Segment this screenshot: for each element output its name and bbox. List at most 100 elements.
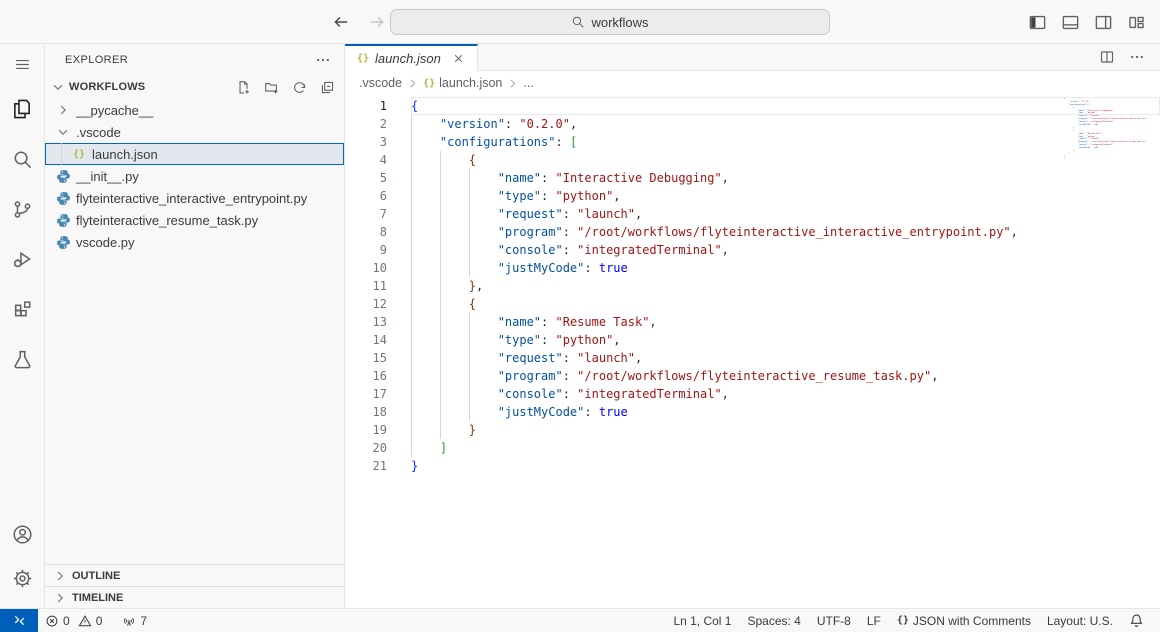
search-icon	[571, 15, 585, 29]
toggle-primary-sidebar-button[interactable]	[1025, 10, 1049, 34]
workspace-section-header[interactable]: WORKFLOWS	[45, 76, 344, 98]
code-line[interactable]: "console": "integratedTerminal",	[411, 241, 1160, 259]
code-line[interactable]: "type": "python",	[411, 187, 1160, 205]
code-line[interactable]: ]	[411, 439, 1160, 457]
code-line[interactable]: "request": "launch",	[411, 349, 1160, 367]
tree-item--init-py[interactable]: __init__.py	[45, 165, 344, 187]
source-control-activity-button[interactable]	[0, 184, 45, 234]
extensions-activity-button[interactable]	[0, 284, 45, 334]
new-file-button[interactable]	[234, 78, 252, 96]
split-editor-button[interactable]	[1098, 48, 1116, 66]
language-mode-status[interactable]: {} JSON with Comments	[889, 614, 1039, 628]
line-number: 19	[345, 421, 387, 439]
code-editor[interactable]: 123456789101112131415161718192021 {"vers…	[345, 95, 1160, 608]
back-button[interactable]	[330, 11, 352, 33]
code-line[interactable]: "configurations": [	[411, 133, 1160, 151]
ellipsis-icon	[1129, 49, 1145, 65]
encoding-status[interactable]: UTF-8	[809, 614, 859, 628]
code-line[interactable]: {	[411, 151, 1160, 169]
indent-guide	[411, 421, 412, 439]
close-tab-button[interactable]	[451, 51, 467, 67]
indent-guide	[469, 331, 470, 349]
breadcrumb: .vscode {}launch.json ...	[345, 71, 1160, 95]
toggle-panel-button[interactable]	[1058, 10, 1082, 34]
code-line[interactable]: "program": "/root/workflows/flyteinterac…	[411, 367, 1160, 385]
refresh-button[interactable]	[290, 78, 308, 96]
customize-layout-button[interactable]	[1124, 10, 1148, 34]
toggle-secondary-sidebar-button[interactable]	[1091, 10, 1115, 34]
eol-status[interactable]: LF	[859, 614, 889, 628]
indent-guide	[469, 169, 470, 187]
code-line[interactable]: "console": "integratedTerminal",	[411, 385, 1160, 403]
code-line[interactable]: {	[411, 97, 1160, 115]
command-center-search[interactable]: workflows	[390, 9, 830, 35]
code-line[interactable]: "type": "python",	[411, 331, 1160, 349]
outline-section-header[interactable]: OUTLINE	[45, 564, 344, 586]
code-line[interactable]: "name": "Resume Task",	[411, 313, 1160, 331]
tree-item--pycache-[interactable]: __pycache__	[45, 99, 344, 121]
sidebar-title: EXPLORER	[65, 54, 128, 66]
tree-item-flyteinteractive-resume-task-py[interactable]: flyteinteractive_resume_task.py	[45, 209, 344, 231]
menu-activity-button[interactable]	[0, 44, 45, 84]
python-icon	[55, 234, 71, 250]
breadcrumb-file[interactable]: {}launch.json	[423, 76, 502, 90]
tree-item-flyteinteractive-interactive-entrypoint-py[interactable]: flyteinteractive_interactive_entrypoint.…	[45, 187, 344, 209]
forward-button[interactable]	[366, 11, 388, 33]
warning-icon	[78, 614, 92, 628]
indent-guide	[440, 277, 441, 295]
code-line[interactable]: "name": "Interactive Debugging",	[411, 169, 1160, 187]
radio-tower-icon	[122, 614, 136, 628]
chevron-right-icon	[51, 589, 69, 607]
tree-item-launch-json[interactable]: {}launch.json	[45, 143, 344, 165]
cursor-position-status[interactable]: Ln 1, Col 1	[665, 614, 739, 628]
editor-more-actions-button[interactable]	[1128, 48, 1146, 66]
json-icon: {}	[71, 146, 87, 162]
explorer-activity-button[interactable]	[0, 84, 45, 134]
new-folder-button[interactable]	[262, 78, 280, 96]
breadcrumb-symbol[interactable]: ...	[523, 76, 533, 90]
code-line[interactable]: },	[411, 277, 1160, 295]
tree-item-label: flyteinteractive_resume_task.py	[76, 213, 258, 228]
indent-guide	[411, 277, 412, 295]
tab-launch-json[interactable]: {} launch.json	[345, 44, 478, 71]
code-line[interactable]: }	[411, 421, 1160, 439]
keyboard-layout-status[interactable]: Layout: U.S.	[1039, 614, 1121, 628]
tree-item-label: __init__.py	[76, 169, 139, 184]
collapse-all-button[interactable]	[318, 78, 336, 96]
line-number: 2	[345, 115, 387, 133]
testing-activity-button[interactable]	[0, 334, 45, 384]
code-line[interactable]: "program": "/root/workflows/flyteinterac…	[411, 223, 1160, 241]
indent-guide	[411, 115, 412, 133]
bell-icon	[1129, 613, 1144, 628]
code-line[interactable]: "version": "0.2.0",	[411, 115, 1160, 133]
indent-guide	[440, 367, 441, 385]
notifications-button[interactable]	[1121, 613, 1152, 628]
account-activity-button[interactable]	[0, 512, 45, 556]
line-number: 7	[345, 205, 387, 223]
remote-indicator[interactable]	[0, 609, 38, 632]
problems-status[interactable]: 0 0	[38, 609, 109, 632]
search-activity-button[interactable]	[0, 134, 45, 184]
ellipsis-icon	[315, 52, 331, 68]
explorer-more-actions-button[interactable]	[314, 51, 332, 69]
indent-guide	[411, 151, 412, 169]
tree-item--vscode[interactable]: .vscode	[45, 121, 344, 143]
minimap[interactable]: {"version": "0.2.0","configurations": [{…	[1064, 98, 1146, 218]
code-line[interactable]: {	[411, 295, 1160, 313]
account-icon	[12, 524, 33, 545]
remote-icon	[12, 613, 27, 628]
run-debug-activity-button[interactable]	[0, 234, 45, 284]
breadcrumb-folder[interactable]: .vscode	[359, 76, 402, 90]
code-line[interactable]: "justMyCode": true	[411, 403, 1160, 421]
line-number: 1	[345, 97, 387, 115]
code-line[interactable]: }	[411, 457, 1160, 475]
timeline-section-header[interactable]: TIMELINE	[45, 586, 344, 608]
line-number-gutter: 123456789101112131415161718192021	[345, 95, 411, 608]
indentation-status[interactable]: Spaces: 4	[739, 614, 808, 628]
ports-status[interactable]: 7	[115, 609, 154, 632]
code-line[interactable]: "request": "launch",	[411, 205, 1160, 223]
code-line[interactable]: "justMyCode": true	[411, 259, 1160, 277]
tree-item-vscode-py[interactable]: vscode.py	[45, 231, 344, 253]
chevron-right-icon	[506, 77, 519, 90]
settings-activity-button[interactable]	[0, 556, 45, 600]
